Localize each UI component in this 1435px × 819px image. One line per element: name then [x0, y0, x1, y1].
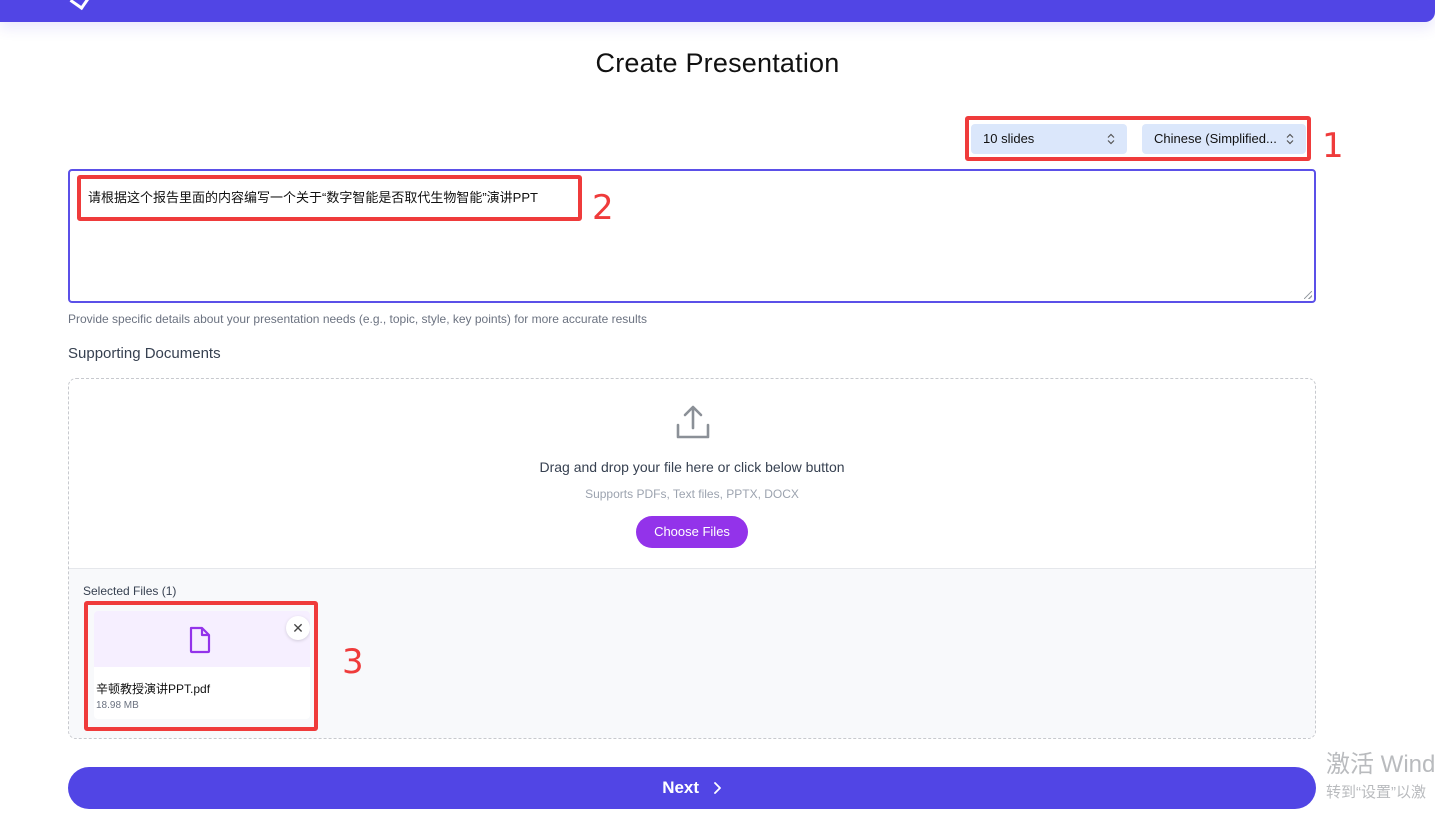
slides-count-value: 10 slides [983, 131, 1035, 146]
next-label: Next [662, 778, 700, 797]
file-name: 辛顿教授演讲PPT.pdf [96, 682, 211, 696]
language-select[interactable]: Chinese (Simplified... [1142, 124, 1306, 154]
next-button[interactable]: Next [68, 767, 1316, 809]
supported-formats: Supports PDFs, Text files, PPTX, DOCX [585, 487, 799, 501]
choose-files-button[interactable]: Choose Files [636, 516, 748, 548]
language-value: Chinese (Simplified... [1154, 131, 1277, 146]
document-icon [189, 626, 211, 654]
resize-handle-icon[interactable] [1304, 291, 1312, 299]
watermark-line-1: 激活 Wind [1326, 751, 1435, 778]
remove-file-button[interactable]: ✕ [286, 616, 310, 640]
watermark-line-2: 转到“设置”以激 [1326, 784, 1426, 801]
file-size: 18.98 MB [96, 700, 139, 711]
chevron-right-icon [713, 782, 721, 794]
annotation-number-2: 2 [592, 188, 614, 228]
top-nav-bar [0, 0, 1435, 22]
selected-files-title: Selected Files (1) [83, 584, 177, 598]
dropzone-instructions: Drag and drop your file here or click be… [539, 459, 845, 475]
selected-files-panel: Selected Files (1) ✕ 辛顿教授演讲PPT.pdf 18.98… [69, 568, 1315, 738]
supporting-documents-label: Supporting Documents [68, 345, 221, 362]
file-dropzone[interactable]: Drag and drop your file here or click be… [68, 378, 1316, 739]
page-title: Create Presentation [595, 48, 840, 78]
close-icon: ✕ [292, 620, 304, 636]
slides-count-select[interactable]: 10 slides [971, 124, 1127, 154]
prompt-text: 请根据这个报告里面的内容编写一个关于“数字智能是否取代生物智能”演讲PPT [88, 190, 538, 205]
upload-icon [676, 405, 710, 439]
annotation-number-1: 1 [1322, 126, 1344, 166]
select-chevron-icon [1107, 133, 1115, 145]
prompt-hint: Provide specific details about your pres… [68, 312, 647, 326]
annotation-number-3: 3 [342, 642, 364, 682]
select-chevron-icon [1286, 133, 1294, 145]
file-card[interactable]: ✕ 辛顿教授演讲PPT.pdf 18.98 MB [94, 611, 310, 719]
logo-icon [69, 0, 90, 11]
windows-activation-watermark: 激活 Wind 转到“设置”以激 [1326, 744, 1435, 802]
prompt-textarea[interactable]: 请根据这个报告里面的内容编写一个关于“数字智能是否取代生物智能”演讲PPT [68, 169, 1316, 303]
file-thumbnail: ✕ [94, 611, 310, 667]
